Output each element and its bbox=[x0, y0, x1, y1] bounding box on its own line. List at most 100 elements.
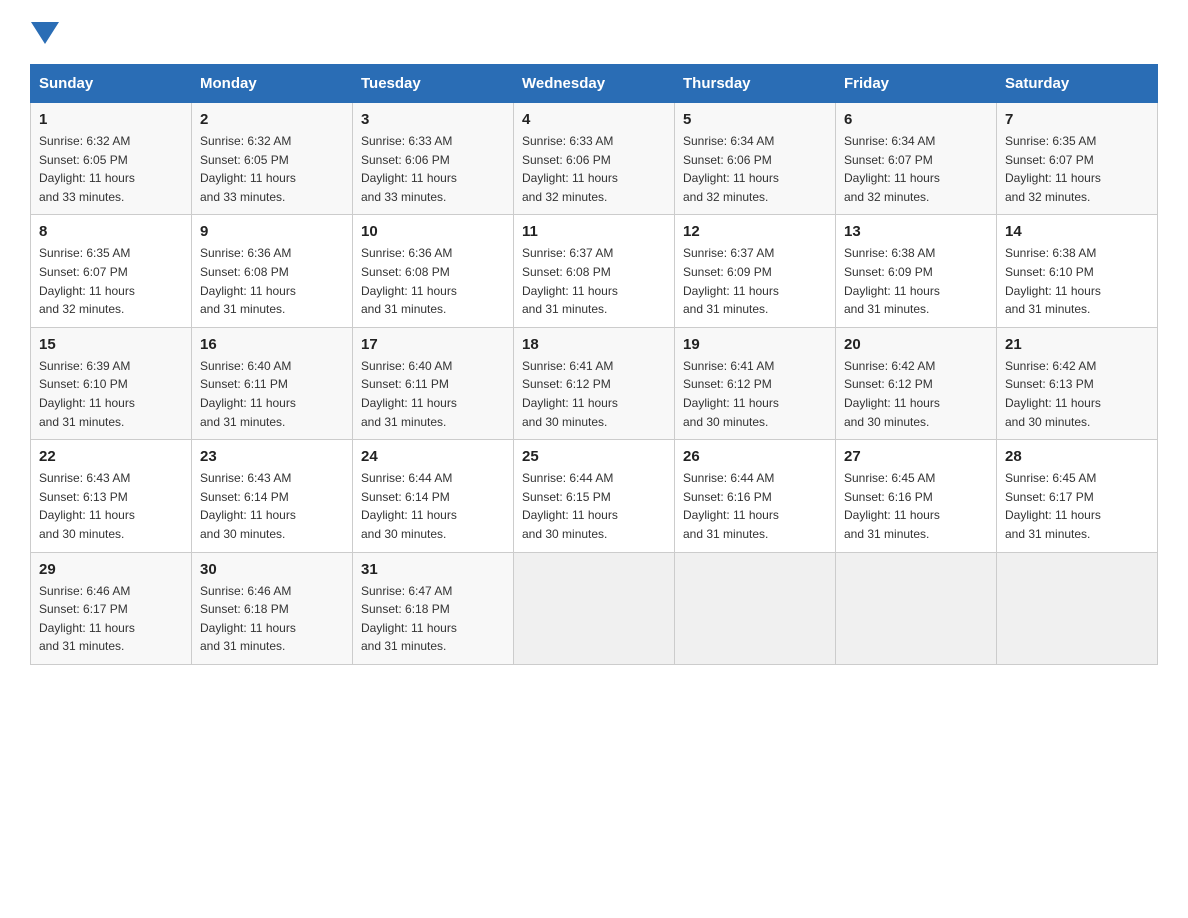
day-number: 1 bbox=[39, 111, 183, 128]
calendar-cell: 27 Sunrise: 6:45 AM Sunset: 6:16 PM Dayl… bbox=[836, 440, 997, 552]
calendar-cell: 2 Sunrise: 6:32 AM Sunset: 6:05 PM Dayli… bbox=[192, 103, 353, 215]
day-number: 28 bbox=[1005, 448, 1149, 465]
day-info: Sunrise: 6:35 AM Sunset: 6:07 PM Dayligh… bbox=[1005, 132, 1149, 206]
day-number: 3 bbox=[361, 111, 505, 128]
day-number: 29 bbox=[39, 561, 183, 578]
calendar-cell: 1 Sunrise: 6:32 AM Sunset: 6:05 PM Dayli… bbox=[31, 103, 192, 215]
calendar-cell: 19 Sunrise: 6:41 AM Sunset: 6:12 PM Dayl… bbox=[675, 327, 836, 439]
calendar-cell: 13 Sunrise: 6:38 AM Sunset: 6:09 PM Dayl… bbox=[836, 215, 997, 327]
day-number: 2 bbox=[200, 111, 344, 128]
day-info: Sunrise: 6:39 AM Sunset: 6:10 PM Dayligh… bbox=[39, 357, 183, 431]
day-info: Sunrise: 6:38 AM Sunset: 6:10 PM Dayligh… bbox=[1005, 244, 1149, 318]
calendar-week-row: 22 Sunrise: 6:43 AM Sunset: 6:13 PM Dayl… bbox=[31, 440, 1158, 552]
day-info: Sunrise: 6:38 AM Sunset: 6:09 PM Dayligh… bbox=[844, 244, 988, 318]
day-info: Sunrise: 6:43 AM Sunset: 6:14 PM Dayligh… bbox=[200, 469, 344, 543]
day-info: Sunrise: 6:32 AM Sunset: 6:05 PM Dayligh… bbox=[39, 132, 183, 206]
day-info: Sunrise: 6:45 AM Sunset: 6:16 PM Dayligh… bbox=[844, 469, 988, 543]
weekday-header-sunday: Sunday bbox=[31, 65, 192, 103]
calendar-cell: 10 Sunrise: 6:36 AM Sunset: 6:08 PM Dayl… bbox=[353, 215, 514, 327]
day-info: Sunrise: 6:45 AM Sunset: 6:17 PM Dayligh… bbox=[1005, 469, 1149, 543]
calendar-cell: 9 Sunrise: 6:36 AM Sunset: 6:08 PM Dayli… bbox=[192, 215, 353, 327]
calendar-cell: 7 Sunrise: 6:35 AM Sunset: 6:07 PM Dayli… bbox=[997, 103, 1158, 215]
calendar-cell: 31 Sunrise: 6:47 AM Sunset: 6:18 PM Dayl… bbox=[353, 552, 514, 664]
day-info: Sunrise: 6:34 AM Sunset: 6:06 PM Dayligh… bbox=[683, 132, 827, 206]
day-info: Sunrise: 6:43 AM Sunset: 6:13 PM Dayligh… bbox=[39, 469, 183, 543]
weekday-header-wednesday: Wednesday bbox=[514, 65, 675, 103]
day-number: 21 bbox=[1005, 336, 1149, 353]
calendar-cell: 23 Sunrise: 6:43 AM Sunset: 6:14 PM Dayl… bbox=[192, 440, 353, 552]
calendar-cell: 29 Sunrise: 6:46 AM Sunset: 6:17 PM Dayl… bbox=[31, 552, 192, 664]
day-info: Sunrise: 6:42 AM Sunset: 6:13 PM Dayligh… bbox=[1005, 357, 1149, 431]
day-info: Sunrise: 6:34 AM Sunset: 6:07 PM Dayligh… bbox=[844, 132, 988, 206]
day-info: Sunrise: 6:42 AM Sunset: 6:12 PM Dayligh… bbox=[844, 357, 988, 431]
weekday-header-tuesday: Tuesday bbox=[353, 65, 514, 103]
day-number: 5 bbox=[683, 111, 827, 128]
calendar-cell bbox=[675, 552, 836, 664]
calendar-week-row: 1 Sunrise: 6:32 AM Sunset: 6:05 PM Dayli… bbox=[31, 103, 1158, 215]
calendar-cell: 4 Sunrise: 6:33 AM Sunset: 6:06 PM Dayli… bbox=[514, 103, 675, 215]
calendar-cell: 6 Sunrise: 6:34 AM Sunset: 6:07 PM Dayli… bbox=[836, 103, 997, 215]
day-number: 23 bbox=[200, 448, 344, 465]
day-number: 22 bbox=[39, 448, 183, 465]
day-info: Sunrise: 6:40 AM Sunset: 6:11 PM Dayligh… bbox=[200, 357, 344, 431]
day-number: 9 bbox=[200, 223, 344, 240]
day-info: Sunrise: 6:44 AM Sunset: 6:14 PM Dayligh… bbox=[361, 469, 505, 543]
calendar-cell: 28 Sunrise: 6:45 AM Sunset: 6:17 PM Dayl… bbox=[997, 440, 1158, 552]
calendar-cell bbox=[836, 552, 997, 664]
calendar-cell bbox=[514, 552, 675, 664]
day-info: Sunrise: 6:44 AM Sunset: 6:15 PM Dayligh… bbox=[522, 469, 666, 543]
logo-triangle-icon bbox=[31, 22, 59, 44]
day-number: 6 bbox=[844, 111, 988, 128]
day-info: Sunrise: 6:46 AM Sunset: 6:17 PM Dayligh… bbox=[39, 582, 183, 656]
day-info: Sunrise: 6:37 AM Sunset: 6:08 PM Dayligh… bbox=[522, 244, 666, 318]
calendar-table: SundayMondayTuesdayWednesdayThursdayFrid… bbox=[30, 64, 1158, 665]
calendar-cell: 14 Sunrise: 6:38 AM Sunset: 6:10 PM Dayl… bbox=[997, 215, 1158, 327]
day-number: 31 bbox=[361, 561, 505, 578]
weekday-header-row: SundayMondayTuesdayWednesdayThursdayFrid… bbox=[31, 65, 1158, 103]
logo bbox=[30, 20, 60, 44]
calendar-cell: 24 Sunrise: 6:44 AM Sunset: 6:14 PM Dayl… bbox=[353, 440, 514, 552]
day-number: 25 bbox=[522, 448, 666, 465]
day-info: Sunrise: 6:46 AM Sunset: 6:18 PM Dayligh… bbox=[200, 582, 344, 656]
day-number: 10 bbox=[361, 223, 505, 240]
day-info: Sunrise: 6:36 AM Sunset: 6:08 PM Dayligh… bbox=[200, 244, 344, 318]
day-info: Sunrise: 6:37 AM Sunset: 6:09 PM Dayligh… bbox=[683, 244, 827, 318]
day-number: 11 bbox=[522, 223, 666, 240]
weekday-header-monday: Monday bbox=[192, 65, 353, 103]
day-info: Sunrise: 6:33 AM Sunset: 6:06 PM Dayligh… bbox=[522, 132, 666, 206]
day-number: 17 bbox=[361, 336, 505, 353]
calendar-cell: 5 Sunrise: 6:34 AM Sunset: 6:06 PM Dayli… bbox=[675, 103, 836, 215]
day-number: 12 bbox=[683, 223, 827, 240]
calendar-cell: 12 Sunrise: 6:37 AM Sunset: 6:09 PM Dayl… bbox=[675, 215, 836, 327]
day-number: 13 bbox=[844, 223, 988, 240]
calendar-cell bbox=[997, 552, 1158, 664]
day-number: 18 bbox=[522, 336, 666, 353]
page-header bbox=[30, 20, 1158, 44]
calendar-week-row: 29 Sunrise: 6:46 AM Sunset: 6:17 PM Dayl… bbox=[31, 552, 1158, 664]
day-number: 20 bbox=[844, 336, 988, 353]
calendar-week-row: 8 Sunrise: 6:35 AM Sunset: 6:07 PM Dayli… bbox=[31, 215, 1158, 327]
day-info: Sunrise: 6:33 AM Sunset: 6:06 PM Dayligh… bbox=[361, 132, 505, 206]
calendar-cell: 11 Sunrise: 6:37 AM Sunset: 6:08 PM Dayl… bbox=[514, 215, 675, 327]
calendar-cell: 15 Sunrise: 6:39 AM Sunset: 6:10 PM Dayl… bbox=[31, 327, 192, 439]
weekday-header-thursday: Thursday bbox=[675, 65, 836, 103]
day-info: Sunrise: 6:41 AM Sunset: 6:12 PM Dayligh… bbox=[683, 357, 827, 431]
day-info: Sunrise: 6:35 AM Sunset: 6:07 PM Dayligh… bbox=[39, 244, 183, 318]
day-number: 4 bbox=[522, 111, 666, 128]
day-info: Sunrise: 6:32 AM Sunset: 6:05 PM Dayligh… bbox=[200, 132, 344, 206]
day-info: Sunrise: 6:40 AM Sunset: 6:11 PM Dayligh… bbox=[361, 357, 505, 431]
day-number: 14 bbox=[1005, 223, 1149, 240]
day-info: Sunrise: 6:36 AM Sunset: 6:08 PM Dayligh… bbox=[361, 244, 505, 318]
calendar-cell: 18 Sunrise: 6:41 AM Sunset: 6:12 PM Dayl… bbox=[514, 327, 675, 439]
day-number: 8 bbox=[39, 223, 183, 240]
calendar-cell: 17 Sunrise: 6:40 AM Sunset: 6:11 PM Dayl… bbox=[353, 327, 514, 439]
calendar-cell: 8 Sunrise: 6:35 AM Sunset: 6:07 PM Dayli… bbox=[31, 215, 192, 327]
calendar-cell: 26 Sunrise: 6:44 AM Sunset: 6:16 PM Dayl… bbox=[675, 440, 836, 552]
day-number: 7 bbox=[1005, 111, 1149, 128]
calendar-cell: 22 Sunrise: 6:43 AM Sunset: 6:13 PM Dayl… bbox=[31, 440, 192, 552]
day-number: 16 bbox=[200, 336, 344, 353]
calendar-cell: 25 Sunrise: 6:44 AM Sunset: 6:15 PM Dayl… bbox=[514, 440, 675, 552]
calendar-cell: 21 Sunrise: 6:42 AM Sunset: 6:13 PM Dayl… bbox=[997, 327, 1158, 439]
day-number: 27 bbox=[844, 448, 988, 465]
day-info: Sunrise: 6:47 AM Sunset: 6:18 PM Dayligh… bbox=[361, 582, 505, 656]
